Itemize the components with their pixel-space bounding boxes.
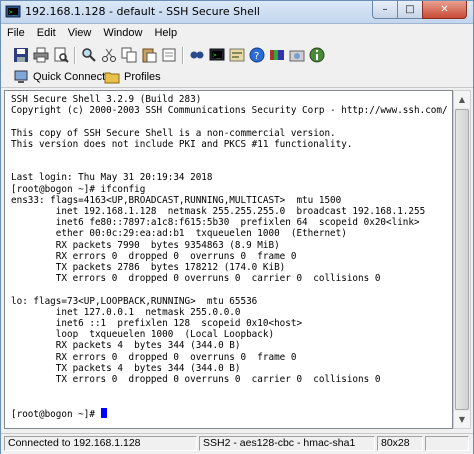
terminal-line: ens33: flags=4163<UP,BROADCAST,RUNNING,M… bbox=[11, 194, 342, 206]
terminal-line: inet 127.0.0.1 netmask 255.0.0.0 bbox=[11, 306, 241, 318]
settings-icon[interactable] bbox=[229, 47, 245, 63]
menu-edit[interactable]: Edit bbox=[31, 27, 62, 39]
svg-text:>_: >_ bbox=[9, 9, 17, 16]
scroll-down-button[interactable]: ▼ bbox=[454, 411, 470, 428]
terminal-line: inet6 ::1 prefixlen 128 scopeid 0x10<hos… bbox=[11, 318, 303, 330]
terminal-line: TX errors 0 dropped 0 overruns 0 carrier… bbox=[11, 374, 381, 386]
copy-icon[interactable] bbox=[121, 47, 137, 63]
status-bar: Connected to 192.168.1.128 SSH2 - aes128… bbox=[1, 433, 473, 454]
status-encryption: SSH2 - aes128-cbc - hmac-sha1 bbox=[199, 436, 375, 451]
paste-icon[interactable] bbox=[141, 47, 157, 63]
title-bar[interactable]: >_ 192.168.1.128 - default - SSH Secure … bbox=[1, 1, 473, 24]
close-button[interactable]: ✕ bbox=[422, 1, 467, 19]
terminal-line: TX errors 0 dropped 0 overruns 0 carrier… bbox=[11, 273, 381, 285]
print-icon[interactable] bbox=[33, 47, 49, 63]
print-preview-icon[interactable] bbox=[53, 47, 69, 63]
window-title: 192.168.1.128 - default - SSH Secure She… bbox=[25, 5, 260, 18]
computer-icon bbox=[14, 70, 28, 83]
maximize-icon: □ bbox=[405, 4, 415, 15]
paste-special-icon[interactable] bbox=[161, 47, 177, 63]
menu-view[interactable]: View bbox=[62, 27, 98, 39]
terminal-line: RX errors 0 dropped 0 overruns 0 frame 0 bbox=[11, 351, 297, 363]
arrow-up-icon: ▲ bbox=[458, 95, 466, 104]
terminal-line: TX packets 4 bytes 344 (344.0 B) bbox=[11, 362, 241, 374]
menu-help[interactable]: Help bbox=[148, 27, 183, 39]
terminal-line: inet6 fe80::7897:a1c8:f615:5b30 prefixle… bbox=[11, 217, 420, 229]
svg-text:>_: >_ bbox=[213, 52, 221, 59]
terminal-prompt-line: [root@bogon ~]# bbox=[11, 407, 448, 420]
close-icon: ✕ bbox=[440, 4, 449, 15]
terminal-prompt: [root@bogon ~]# bbox=[11, 408, 101, 420]
arrow-down-icon: ▼ bbox=[458, 415, 466, 424]
menu-file[interactable]: File bbox=[1, 27, 31, 39]
vertical-scrollbar[interactable]: ▲ ▼ bbox=[453, 90, 471, 429]
save-icon[interactable] bbox=[13, 47, 29, 63]
terminal-text: SSH Secure Shell 3.2.9 (Build 283) Copyri… bbox=[11, 94, 448, 420]
keys-icon[interactable] bbox=[269, 47, 285, 63]
help-icon[interactable]: ? bbox=[249, 47, 265, 63]
minimize-button[interactable]: – bbox=[372, 1, 398, 19]
profiles-button[interactable]: Profiles bbox=[104, 68, 161, 86]
terminal-line: RX packets 4 bytes 344 (344.0 B) bbox=[11, 340, 241, 352]
folder-icon bbox=[104, 72, 120, 84]
terminal-cursor bbox=[100, 407, 107, 418]
status-connection: Connected to 192.168.1.128 bbox=[4, 436, 197, 451]
profiles-label: Profiles bbox=[124, 71, 161, 83]
terminal-line: ether 00:0c:29:ea:ad:b1 txqueuelen 1000 … bbox=[11, 228, 347, 240]
profile-icon[interactable] bbox=[289, 47, 305, 63]
terminal-line: RX packets 7990 bytes 9354863 (8.9 MiB) bbox=[11, 239, 280, 251]
terminal-line: This copy of SSH Secure Shell is a non-c… bbox=[11, 127, 336, 139]
cut-icon[interactable] bbox=[101, 47, 117, 63]
toolbar: >_ ? bbox=[1, 43, 473, 68]
toolbar-separator bbox=[74, 47, 76, 64]
quick-connect-bar: Quick Connect Profiles bbox=[1, 67, 473, 88]
toolbar-separator bbox=[182, 47, 184, 64]
terminal-line: loop txqueuelen 1000 (Local Loopback) bbox=[11, 329, 275, 341]
terminal-line: RX errors 0 dropped 0 overruns 0 frame 0 bbox=[11, 250, 297, 262]
menu-bar: File Edit View Window Help bbox=[1, 24, 473, 42]
terminal-line: TX packets 2786 bytes 178212 (174.0 KiB) bbox=[11, 262, 286, 274]
maximize-button[interactable]: □ bbox=[397, 1, 423, 19]
quick-connect-button[interactable]: Quick Connect bbox=[13, 68, 105, 86]
new-terminal-icon[interactable]: >_ bbox=[209, 47, 225, 63]
quick-connect-label: Quick Connect bbox=[33, 71, 106, 83]
menu-window[interactable]: Window bbox=[97, 27, 148, 39]
terminal-line: Copyright (c) 2000-2003 SSH Communicatio… bbox=[11, 105, 448, 117]
terminal-output[interactable]: SSH Secure Shell 3.2.9 (Build 283) Copyri… bbox=[4, 90, 453, 429]
info-icon[interactable] bbox=[309, 47, 325, 63]
ssh-app-icon: >_ bbox=[5, 5, 21, 18]
scroll-up-button[interactable]: ▲ bbox=[454, 91, 470, 108]
scrollbar-thumb[interactable] bbox=[455, 109, 469, 410]
find-icon[interactable] bbox=[81, 47, 97, 63]
terminal-line: lo: flags=73<UP,LOOPBACK,RUNNING> mtu 65… bbox=[11, 295, 258, 307]
status-extra-panel bbox=[425, 436, 469, 451]
minimize-icon: – bbox=[382, 4, 388, 15]
terminal-line: SSH Secure Shell 3.2.9 (Build 283) bbox=[11, 94, 202, 105]
svg-text:?: ? bbox=[254, 51, 259, 62]
terminal-line: [root@bogon ~]# ifconfig bbox=[11, 183, 146, 195]
terminal-line: Last login: Thu May 31 20:19:34 2018 bbox=[11, 172, 213, 184]
ssh-client-window: >_ 192.168.1.128 - default - SSH Secure … bbox=[0, 0, 474, 454]
find-file-icon[interactable] bbox=[189, 47, 205, 63]
status-terminal-size: 80x28 bbox=[377, 436, 423, 451]
terminal-line: This version does not include PKI and PK… bbox=[11, 138, 353, 150]
terminal-line: inet 192.168.1.128 netmask 255.255.255.0… bbox=[11, 206, 426, 218]
